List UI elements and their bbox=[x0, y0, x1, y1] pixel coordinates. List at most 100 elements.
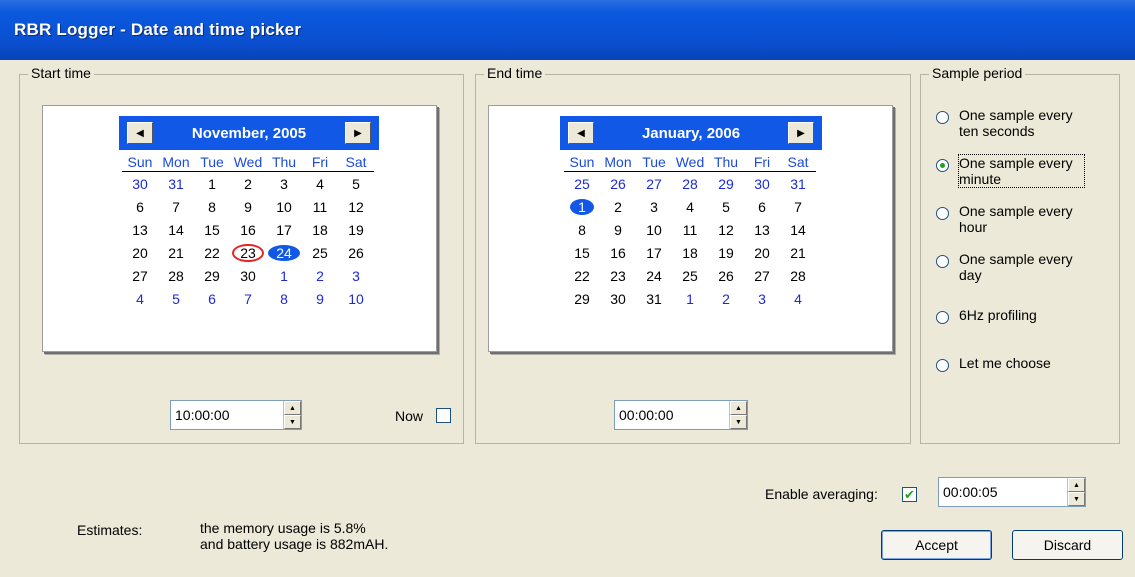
end-day-cell[interactable]: 2 bbox=[708, 291, 744, 307]
radio-button[interactable] bbox=[936, 111, 949, 124]
start-day-cell[interactable]: 28 bbox=[158, 268, 194, 284]
end-day-cell[interactable]: 26 bbox=[600, 176, 636, 192]
sample-period-option[interactable]: One sample every minute bbox=[936, 154, 1085, 188]
end-day-cell[interactable]: 1 bbox=[564, 198, 600, 215]
start-day-cell[interactable]: 24 bbox=[266, 244, 302, 261]
start-day-cell[interactable]: 3 bbox=[266, 176, 302, 192]
end-prev-month-button[interactable]: ◀ bbox=[568, 122, 594, 144]
end-day-cell[interactable]: 20 bbox=[744, 245, 780, 261]
start-day-cell[interactable]: 12 bbox=[338, 199, 374, 215]
discard-button[interactable]: Discard bbox=[1012, 530, 1123, 560]
end-day-cell[interactable]: 3 bbox=[744, 291, 780, 307]
start-time-down-button[interactable]: ▼ bbox=[284, 415, 301, 429]
accept-button[interactable]: Accept bbox=[881, 530, 992, 560]
start-time-up-button[interactable]: ▲ bbox=[284, 401, 301, 415]
end-day-cell[interactable]: 9 bbox=[600, 222, 636, 238]
end-day-cell[interactable]: 10 bbox=[636, 222, 672, 238]
end-day-cell[interactable]: 5 bbox=[708, 199, 744, 215]
start-day-cell[interactable]: 1 bbox=[266, 268, 302, 284]
end-day-cell[interactable]: 27 bbox=[636, 176, 672, 192]
start-day-cell[interactable]: 22 bbox=[194, 245, 230, 261]
start-day-cell[interactable]: 27 bbox=[122, 268, 158, 284]
end-time-input[interactable]: 00:00:00 bbox=[615, 407, 729, 423]
averaging-down-button[interactable]: ▼ bbox=[1068, 492, 1085, 506]
enable-averaging-checkbox[interactable]: ✔ bbox=[902, 487, 917, 502]
start-day-cell[interactable]: 10 bbox=[338, 291, 374, 307]
end-time-down-button[interactable]: ▼ bbox=[730, 415, 747, 429]
radio-button[interactable] bbox=[936, 207, 949, 220]
start-day-cell[interactable]: 17 bbox=[266, 222, 302, 238]
start-day-cell[interactable]: 13 bbox=[122, 222, 158, 238]
end-day-cell[interactable]: 7 bbox=[780, 199, 816, 215]
end-day-cell[interactable]: 8 bbox=[564, 222, 600, 238]
sample-period-option[interactable]: One sample every hour bbox=[936, 203, 1084, 235]
start-day-cell[interactable]: 11 bbox=[302, 199, 338, 215]
end-day-cell[interactable]: 31 bbox=[780, 176, 816, 192]
averaging-interval-input[interactable]: 00:00:05 bbox=[939, 484, 1067, 500]
start-time-input[interactable]: 10:00:00 bbox=[171, 407, 283, 423]
start-time-spinner[interactable]: 10:00:00 ▲ ▼ bbox=[170, 400, 302, 430]
end-day-cell[interactable]: 31 bbox=[636, 291, 672, 307]
end-day-cell[interactable]: 26 bbox=[708, 268, 744, 284]
start-day-cell[interactable]: 1 bbox=[194, 176, 230, 192]
end-day-cell[interactable]: 1 bbox=[672, 291, 708, 307]
end-day-cell[interactable]: 28 bbox=[780, 268, 816, 284]
start-day-cell[interactable]: 9 bbox=[302, 291, 338, 307]
end-next-month-button[interactable]: ▶ bbox=[788, 122, 814, 144]
radio-button[interactable] bbox=[936, 255, 949, 268]
end-day-cell[interactable]: 18 bbox=[672, 245, 708, 261]
radio-button[interactable] bbox=[936, 159, 949, 172]
end-time-spinner[interactable]: 00:00:00 ▲ ▼ bbox=[614, 400, 748, 430]
end-day-cell[interactable]: 4 bbox=[672, 199, 708, 215]
start-day-cell[interactable]: 7 bbox=[230, 291, 266, 307]
end-day-cell[interactable]: 25 bbox=[564, 176, 600, 192]
start-day-cell[interactable]: 4 bbox=[122, 291, 158, 307]
start-next-month-button[interactable]: ▶ bbox=[345, 122, 371, 144]
radio-button[interactable] bbox=[936, 311, 949, 324]
end-day-cell[interactable]: 17 bbox=[636, 245, 672, 261]
start-day-cell[interactable]: 19 bbox=[338, 222, 374, 238]
end-day-cell[interactable]: 24 bbox=[636, 268, 672, 284]
sample-period-option[interactable]: One sample every ten seconds bbox=[936, 107, 1084, 139]
start-day-cell[interactable]: 9 bbox=[230, 199, 266, 215]
start-day-cell[interactable]: 4 bbox=[302, 176, 338, 192]
sample-period-option[interactable]: 6Hz profiling bbox=[936, 307, 1084, 324]
end-day-cell[interactable]: 12 bbox=[708, 222, 744, 238]
averaging-interval-spinner[interactable]: 00:00:05 ▲ ▼ bbox=[938, 477, 1086, 507]
end-time-up-button[interactable]: ▲ bbox=[730, 401, 747, 415]
title-bar[interactable]: RBR Logger - Date and time picker bbox=[0, 0, 1135, 60]
start-day-cell[interactable]: 3 bbox=[338, 268, 374, 284]
start-day-cell[interactable]: 5 bbox=[158, 291, 194, 307]
end-day-cell[interactable]: 22 bbox=[564, 268, 600, 284]
end-day-cell[interactable]: 11 bbox=[672, 222, 708, 238]
start-day-cell[interactable]: 7 bbox=[158, 199, 194, 215]
start-day-cell[interactable]: 10 bbox=[266, 199, 302, 215]
start-day-cell[interactable]: 8 bbox=[194, 199, 230, 215]
start-day-cell[interactable]: 6 bbox=[194, 291, 230, 307]
start-prev-month-button[interactable]: ◀ bbox=[127, 122, 153, 144]
now-checkbox[interactable] bbox=[436, 408, 451, 423]
end-day-cell[interactable]: 29 bbox=[564, 291, 600, 307]
sample-period-option[interactable]: One sample every day bbox=[936, 251, 1084, 283]
start-day-cell[interactable]: 14 bbox=[158, 222, 194, 238]
start-day-cell[interactable]: 15 bbox=[194, 222, 230, 238]
start-day-cell[interactable]: 29 bbox=[194, 268, 230, 284]
end-day-cell[interactable]: 3 bbox=[636, 199, 672, 215]
end-day-cell[interactable]: 19 bbox=[708, 245, 744, 261]
end-day-cell[interactable]: 4 bbox=[780, 291, 816, 307]
start-day-cell[interactable]: 26 bbox=[338, 245, 374, 261]
end-day-cell[interactable]: 2 bbox=[600, 199, 636, 215]
start-day-cell[interactable]: 6 bbox=[122, 199, 158, 215]
end-day-cell[interactable]: 6 bbox=[744, 199, 780, 215]
start-day-cell[interactable]: 30 bbox=[122, 176, 158, 192]
end-day-cell[interactable]: 14 bbox=[780, 222, 816, 238]
sample-period-option[interactable]: Let me choose bbox=[936, 355, 1084, 372]
end-day-cell[interactable]: 25 bbox=[672, 268, 708, 284]
end-day-cell[interactable]: 28 bbox=[672, 176, 708, 192]
averaging-up-button[interactable]: ▲ bbox=[1068, 478, 1085, 492]
end-day-cell[interactable]: 16 bbox=[600, 245, 636, 261]
end-day-cell[interactable]: 27 bbox=[744, 268, 780, 284]
end-day-cell[interactable]: 30 bbox=[600, 291, 636, 307]
end-day-cell[interactable]: 21 bbox=[780, 245, 816, 261]
end-day-cell[interactable]: 15 bbox=[564, 245, 600, 261]
